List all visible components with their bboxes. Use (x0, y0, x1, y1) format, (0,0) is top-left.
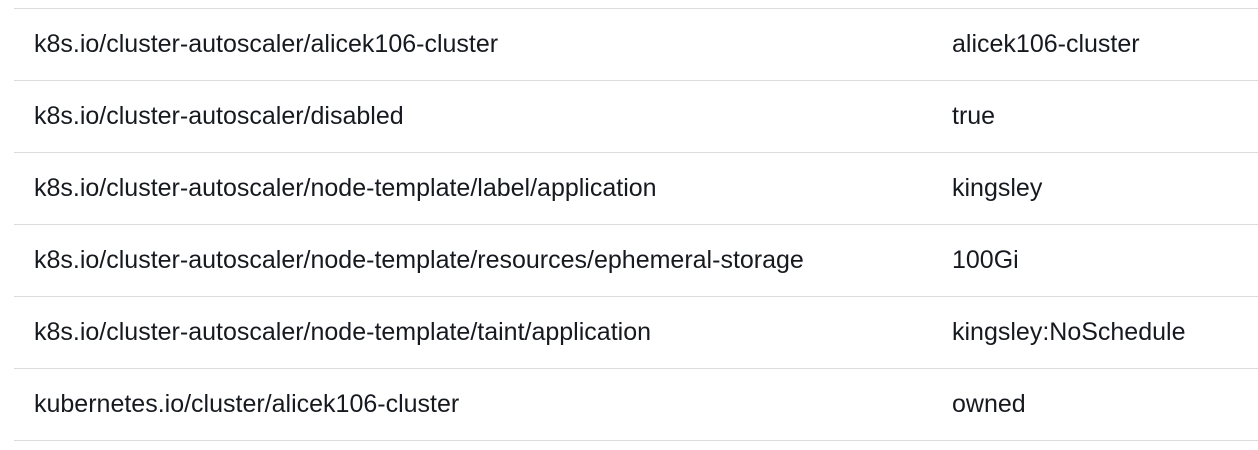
tag-key: k8s.io/cluster-autoscaler/node-template/… (14, 152, 932, 225)
tag-key: k8s.io/cluster-autoscaler/node-template/… (14, 224, 932, 297)
tag-key: k8s.io/cluster-autoscaler/alicek106-clus… (14, 8, 932, 81)
table-row: k8s.io/cluster-autoscaler/alicek106-clus… (14, 8, 1258, 81)
tag-value: alicek106-cluster (932, 8, 1258, 81)
tag-value: kingsley (932, 152, 1258, 225)
tag-value: true (932, 80, 1258, 153)
tag-value: kingsley:NoSchedule (932, 296, 1258, 369)
tags-table: k8s.io/cluster-autoscaler/alicek106-clus… (14, 8, 1258, 441)
tag-key: k8s.io/cluster-autoscaler/disabled (14, 80, 932, 153)
table-row: kubernetes.io/cluster/alicek106-cluster … (14, 368, 1258, 441)
table-row: k8s.io/cluster-autoscaler/disabled true (14, 80, 1258, 153)
tag-value: 100Gi (932, 224, 1258, 297)
tag-key: kubernetes.io/cluster/alicek106-cluster (14, 368, 932, 441)
tag-value: owned (932, 368, 1258, 441)
tag-key: k8s.io/cluster-autoscaler/node-template/… (14, 296, 932, 369)
table-row: k8s.io/cluster-autoscaler/node-template/… (14, 296, 1258, 369)
table-row: k8s.io/cluster-autoscaler/node-template/… (14, 152, 1258, 225)
table-row: k8s.io/cluster-autoscaler/node-template/… (14, 224, 1258, 297)
